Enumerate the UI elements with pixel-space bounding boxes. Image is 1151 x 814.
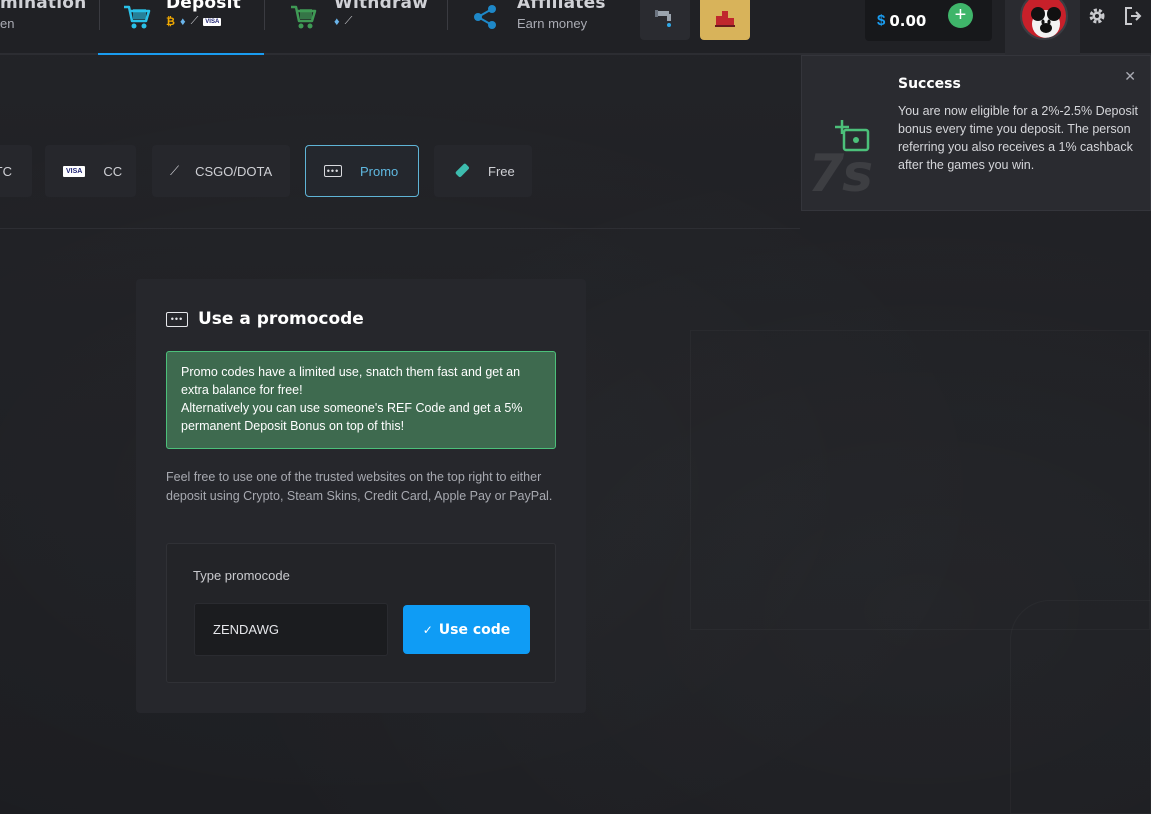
use-code-button[interactable]: ✓ Use code — [403, 605, 530, 654]
ethereum-icon: ♦ — [179, 15, 186, 28]
nav-item-title: Withdraw — [334, 0, 429, 13]
promocode-card: ••• Use a promocode Promo codes have a l… — [136, 279, 586, 713]
card-header: ••• Use a promocode — [166, 309, 364, 329]
nav-item-title: Affiliates — [517, 0, 606, 13]
toast-timer: 7s — [808, 144, 873, 204]
method-tab-label: Free — [488, 163, 515, 179]
promocode-input[interactable] — [194, 603, 388, 656]
cart-icon — [122, 3, 152, 36]
deposit-methods: ₿ ♦ ⟋ VISA — [166, 15, 241, 28]
close-icon[interactable]: ✕ — [1124, 68, 1136, 85]
ticket-icon — [452, 160, 472, 183]
share-icon — [472, 4, 498, 35]
nav-item-title: Deposit — [166, 0, 241, 13]
currency-symbol: $ — [877, 12, 886, 29]
logout-icon — [1124, 7, 1142, 30]
nav-divider — [99, 0, 100, 30]
add-funds-button[interactable]: + — [948, 3, 973, 28]
nav-item-affiliates[interactable]: Affiliates Earn money — [472, 0, 606, 48]
method-tab-label: CC — [103, 163, 123, 179]
success-toast: 7s Success You are now eligible for a 2%… — [801, 55, 1151, 211]
promocode-label: Type promocode — [193, 568, 290, 583]
check-icon: ✓ — [422, 622, 433, 637]
nav-item-deposit[interactable]: Deposit ₿ ♦ ⟋ VISA — [122, 0, 241, 48]
balance-amount: 0.00 — [889, 11, 927, 30]
method-tab-label: Promo — [360, 163, 399, 179]
nav-item-subtitle: en — [0, 16, 15, 31]
nav-divider — [264, 0, 265, 30]
use-code-label: Use code — [438, 621, 511, 638]
method-tab-promo[interactable]: ••• Promo — [305, 145, 419, 197]
withdraw-methods: ♦ ⟋ — [334, 15, 428, 28]
profile-area — [1005, 0, 1080, 55]
ethereum-icon: ♦ — [334, 15, 340, 28]
page: mination en Deposit ₿ ♦ ⟋ VISA Withdraw … — [0, 0, 1151, 814]
faucet-button[interactable] — [640, 0, 690, 40]
method-tab-label: CSGO/DOTA — [195, 163, 273, 179]
podium-icon — [714, 8, 736, 33]
background-decoration — [1010, 600, 1151, 814]
gear-icon — [1087, 8, 1107, 30]
faucet-icon — [654, 7, 676, 34]
alert-line: Alternatively you can use someone's REF … — [181, 401, 523, 433]
nav-item-subtitle: Earn money — [517, 16, 588, 31]
card-title: Use a promocode — [198, 309, 364, 329]
method-tab-label: TC — [0, 163, 12, 179]
plus-icon: + — [954, 4, 967, 26]
knife-icon: ⟋ — [344, 15, 353, 27]
promo-icon: ••• — [324, 165, 342, 177]
active-tab-indicator — [98, 53, 264, 55]
nav-divider — [447, 0, 448, 30]
visa-icon: VISA — [63, 165, 86, 177]
nav-item-title: mination — [0, 0, 87, 13]
method-tab-bitcoin[interactable]: TC — [0, 145, 32, 197]
balance-display: $ 0.00 + — [865, 0, 992, 41]
promo-info-alert: Promo codes have a limited use, snatch t… — [166, 351, 556, 449]
settings-button[interactable] — [1087, 6, 1107, 31]
alert-line: Promo codes have a limited use, snatch t… — [181, 365, 521, 397]
toast-title: Success — [898, 76, 961, 92]
section-divider — [0, 228, 800, 229]
promo-icon: ••• — [166, 311, 188, 327]
background-decoration — [690, 330, 1150, 630]
method-tab-free[interactable]: Free — [434, 145, 532, 197]
toast-message: You are now eligible for a 2%-2.5% Depos… — [898, 104, 1138, 172]
avatar[interactable] — [1020, 0, 1068, 40]
leaderboard-button[interactable] — [700, 0, 750, 40]
visa-icon: VISA — [203, 17, 222, 26]
knife-icon: ⟋ — [190, 15, 199, 27]
logout-button[interactable] — [1124, 6, 1142, 31]
nav-item-withdraw[interactable]: Withdraw ♦ ⟋ — [290, 0, 428, 48]
bitcoin-icon: ₿ — [166, 15, 175, 28]
knife-icon: ⟋ — [170, 163, 180, 178]
method-tab-csgo-dota[interactable]: ⟋ CSGO/DOTA — [152, 145, 290, 197]
top-navigation: mination en Deposit ₿ ♦ ⟋ VISA Withdraw … — [0, 0, 1151, 55]
promo-description: Feel free to use one of the trusted webs… — [166, 470, 553, 503]
nav-item-domination[interactable]: mination en — [0, 0, 86, 48]
promocode-form: Type promocode ✓ Use code — [166, 543, 556, 683]
method-tab-cc[interactable]: VISA CC — [45, 145, 136, 197]
cart-icon — [290, 3, 318, 36]
